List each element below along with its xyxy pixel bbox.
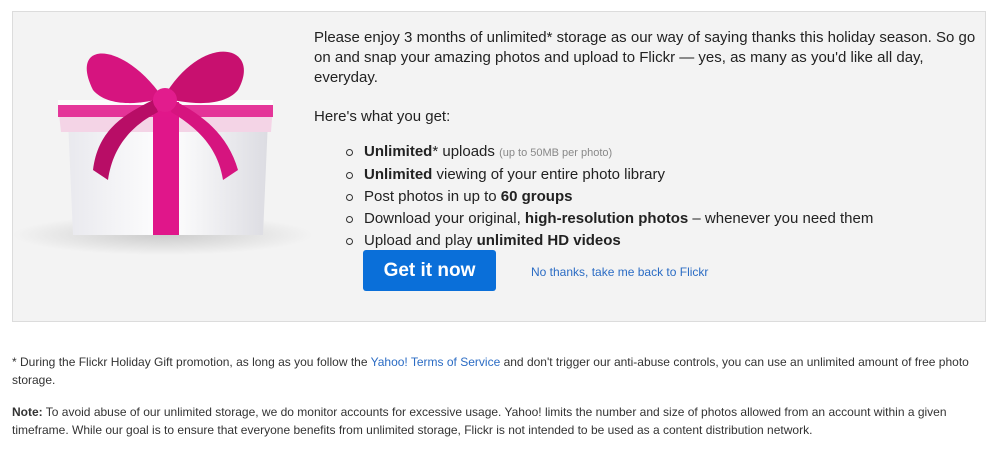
feature-list: Unlimited* uploads (up to 50MB per photo… <box>314 141 984 252</box>
feature-bold: unlimited HD videos <box>476 232 621 249</box>
get-it-now-button[interactable]: Get it now <box>363 250 496 291</box>
no-thanks-link[interactable]: No thanks, take me back to Flickr <box>531 265 708 279</box>
feature-text: Download your original, <box>364 210 525 227</box>
feature-note: (up to 50MB per photo) <box>499 147 613 159</box>
promo-content: Please enjoy 3 months of unlimited* stor… <box>314 28 984 252</box>
footnote-note: Note: To avoid abuse of our unlimited st… <box>12 403 988 439</box>
note-label: Note: <box>12 405 43 419</box>
footnote: * During the Flickr Holiday Gift promoti… <box>12 353 988 439</box>
promo-actions: Get it now <box>363 250 496 291</box>
gift-box-illustration <box>13 51 313 255</box>
list-item: Unlimited viewing of your entire photo l… <box>346 164 984 186</box>
list-item: Download your original, high-resolution … <box>346 208 984 230</box>
bullet-icon <box>346 149 353 156</box>
terms-of-service-link[interactable]: Yahoo! Terms of Service <box>371 355 501 369</box>
list-item: Post photos in up to 60 groups <box>346 186 984 208</box>
bullet-icon <box>346 194 353 201</box>
feature-text: viewing of your entire photo library <box>432 166 665 183</box>
what-you-get-heading: Here's what you get: <box>314 108 451 125</box>
bullet-icon <box>346 172 353 179</box>
list-item: Unlimited* uploads (up to 50MB per photo… <box>346 141 984 164</box>
note-text: To avoid abuse of our unlimited storage,… <box>12 405 947 437</box>
feature-bold: high-resolution photos <box>524 210 689 227</box>
feature-text: * uploads <box>432 143 500 160</box>
feature-text: Post photos in up to <box>364 188 501 205</box>
footnote-text: * During the Flickr Holiday Gift promoti… <box>12 355 371 369</box>
feature-text: Upload and play <box>364 232 477 249</box>
bullet-icon <box>346 238 353 245</box>
feature-bold: 60 groups <box>500 188 573 205</box>
promo-intro: Please enjoy 3 months of unlimited* stor… <box>314 29 976 86</box>
footnote-terms: * During the Flickr Holiday Gift promoti… <box>12 353 988 389</box>
feature-text: – whenever you need them <box>688 210 874 227</box>
promo-panel: Please enjoy 3 months of unlimited* stor… <box>12 11 986 322</box>
list-item: Upload and play unlimited HD videos <box>346 230 984 252</box>
feature-bold: Unlimited <box>364 166 433 183</box>
bullet-icon <box>346 216 353 223</box>
feature-bold: Unlimited <box>364 143 433 160</box>
